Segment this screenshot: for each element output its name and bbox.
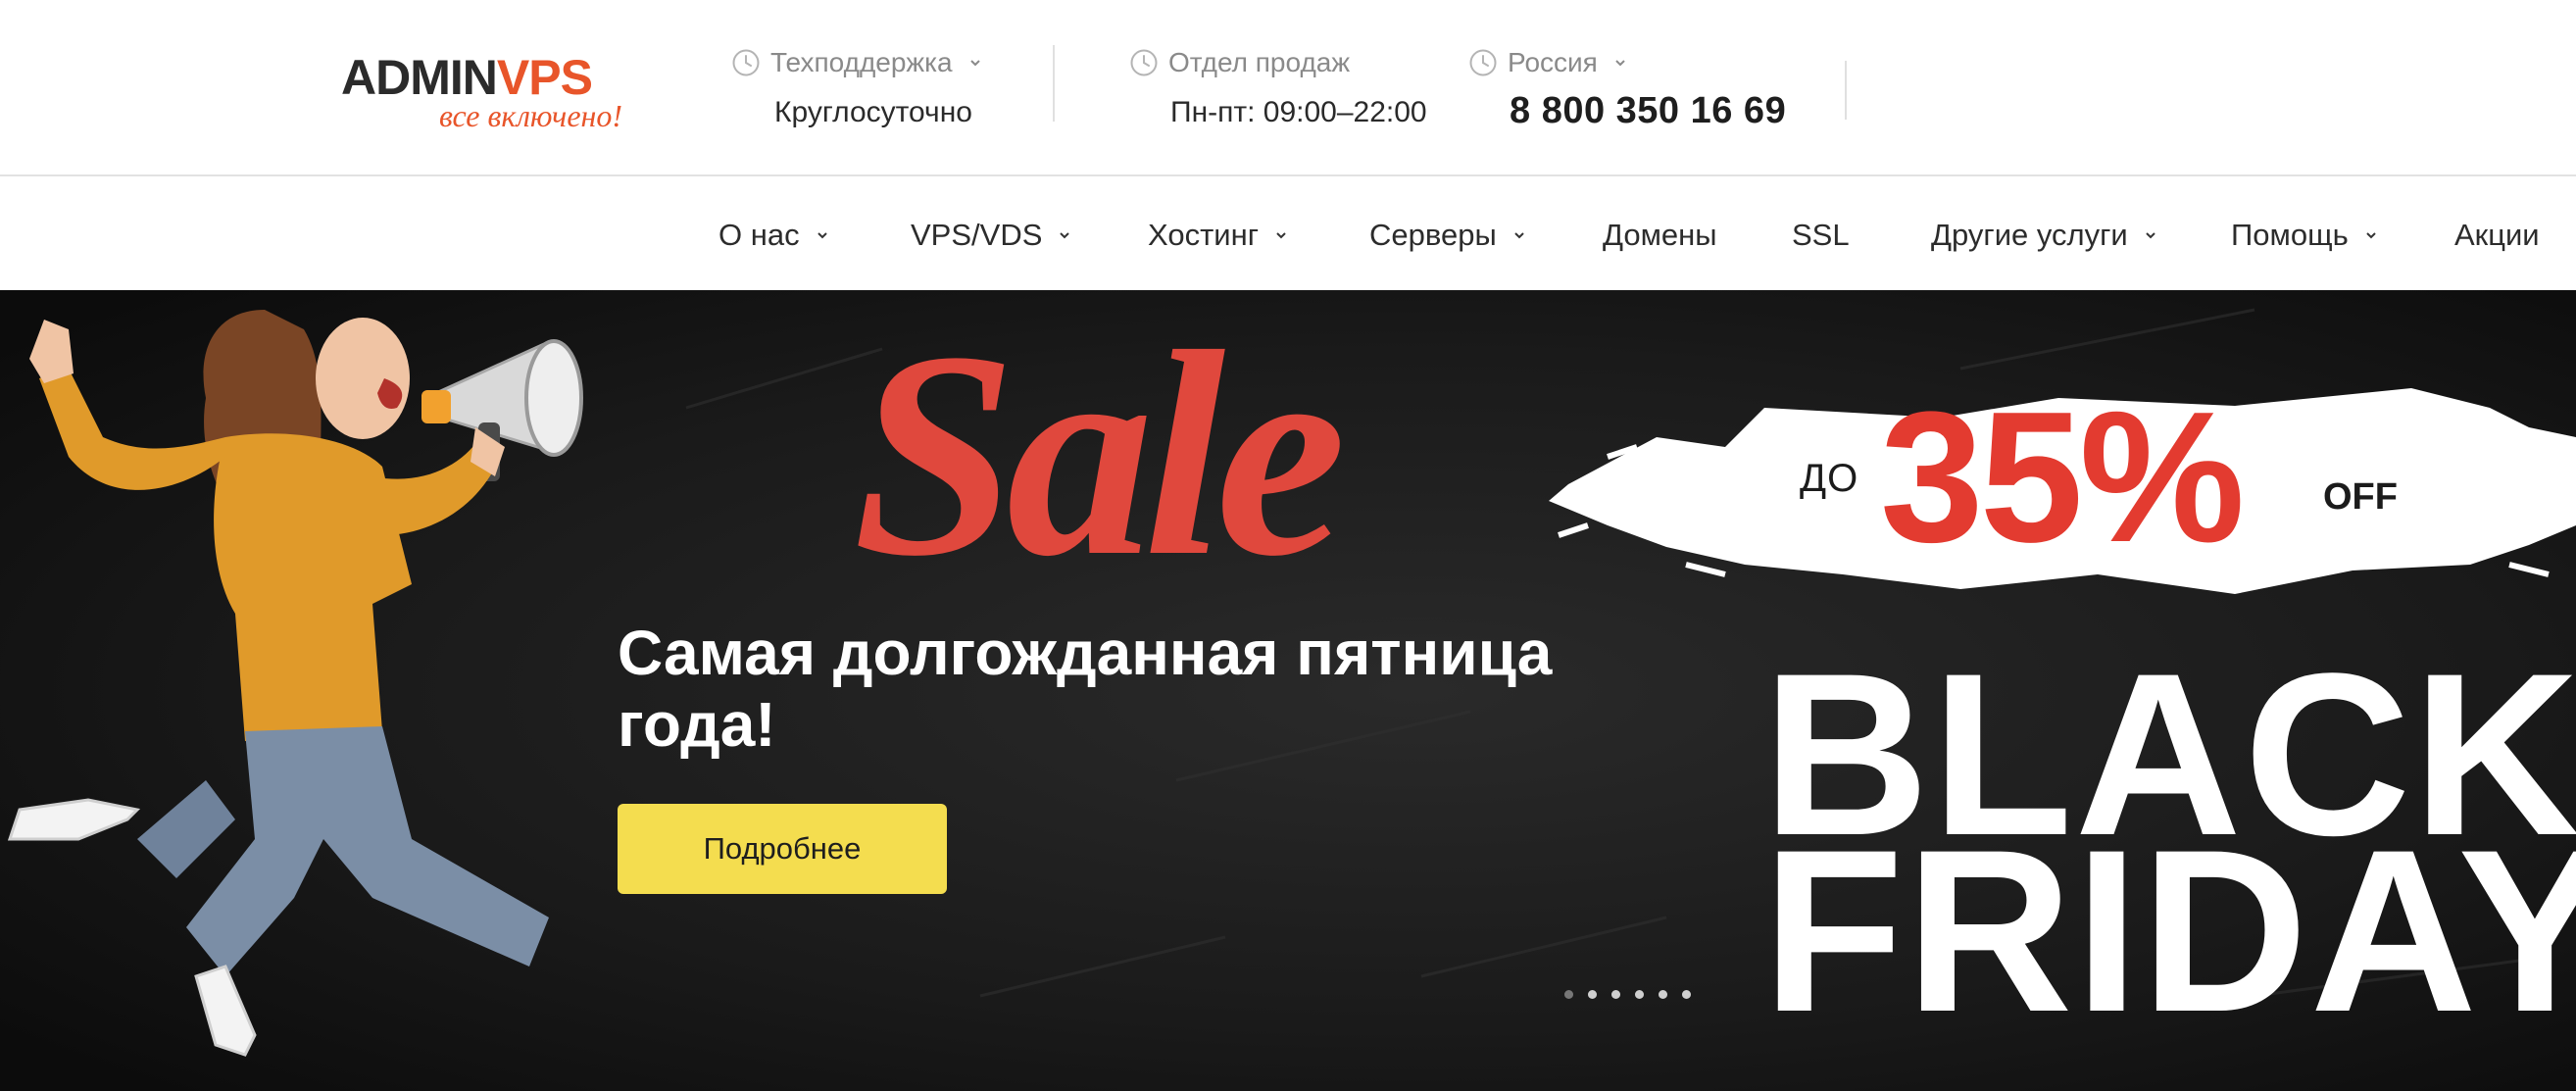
carousel-dot[interactable] <box>1611 990 1620 999</box>
promo-prefix: ДО <box>1800 457 1859 500</box>
megaphone-icon <box>421 339 583 481</box>
region-label: Россия <box>1508 47 1598 77</box>
sales-hours: Пн-пт: 09:00–22:00 <box>1170 96 1427 128</box>
region-info: Россия 8 800 350 16 69 <box>1468 47 1786 132</box>
carousel-dot[interactable] <box>1635 990 1644 999</box>
nav-item-domains[interactable]: Домены <box>1603 218 1717 253</box>
phone-link[interactable]: 8 800 350 16 69 <box>1510 90 1786 132</box>
chevron-down-icon <box>969 60 980 67</box>
clock-icon <box>732 49 760 76</box>
support-dropdown[interactable]: Техподдержка <box>731 47 982 78</box>
chevron-down-icon <box>1276 232 1286 239</box>
nav-item-ssl[interactable]: SSL <box>1792 218 1850 253</box>
promo-suffix: OFF <box>2323 476 2398 518</box>
sales-label: Отдел продаж <box>1168 47 1351 77</box>
top-header: ADMINVPS все включено! Техподдержка Круг… <box>0 0 2576 176</box>
hero-banner[interactable]: Sale Самая долгожданная пятница года! По… <box>0 290 2576 1091</box>
nav-item-vps[interactable]: VPS/VDS <box>911 218 1071 253</box>
sales-info: Отдел продаж Пн-пт: 09:00–22:00 <box>1129 47 1427 129</box>
nav-item-about[interactable]: О нас <box>718 218 829 253</box>
clock-icon <box>1469 49 1497 76</box>
chevron-down-icon <box>2146 232 2155 239</box>
carousel-dot[interactable] <box>1564 990 1573 999</box>
support-info: Техподдержка Круглосуточно <box>731 47 982 129</box>
logo[interactable]: ADMINVPS все включено! <box>341 49 665 137</box>
promo-percent: 35% <box>1880 373 2245 581</box>
sales-label-row: Отдел продаж <box>1129 47 1427 78</box>
divider <box>1053 45 1055 122</box>
nav-item-servers[interactable]: Серверы <box>1369 218 1526 253</box>
divider <box>1845 61 1847 120</box>
carousel-dot[interactable] <box>1588 990 1597 999</box>
carousel-dot[interactable] <box>1682 990 1691 999</box>
clock-icon <box>1130 49 1158 76</box>
chevron-down-icon <box>1615 60 1625 67</box>
logo-tagline: все включено! <box>439 98 623 133</box>
more-details-button[interactable]: Подробнее <box>618 804 947 894</box>
chevron-down-icon <box>1060 232 1070 239</box>
svg-text:Sale: Sale <box>853 298 1340 612</box>
carousel-dot[interactable] <box>1659 990 1667 999</box>
sale-script-text: Sale <box>853 298 1350 612</box>
support-hours: Круглосуточно <box>774 96 972 128</box>
nav-item-promotions[interactable]: Акции <box>2454 218 2540 253</box>
black-friday-line-2: FRIDAY <box>1762 802 2576 1061</box>
nav-item-hosting[interactable]: Хостинг <box>1148 218 1288 253</box>
carousel-pagination <box>1564 990 1691 999</box>
nav-item-other-services[interactable]: Другие услуги <box>1931 218 2157 253</box>
support-label: Техподдержка <box>770 47 953 77</box>
main-nav: О нас VPS/VDS Хостинг Серверы Домены SSL… <box>0 178 2576 290</box>
chevron-down-icon <box>817 232 827 239</box>
region-dropdown[interactable]: Россия <box>1468 47 1786 78</box>
chevron-down-icon <box>2366 232 2376 239</box>
nav-item-help[interactable]: Помощь <box>2231 218 2378 253</box>
hero-title: Самая долгожданная пятница года! <box>618 618 1553 760</box>
chevron-down-icon <box>1514 232 1524 239</box>
woman-megaphone-illustration <box>7 310 583 1057</box>
